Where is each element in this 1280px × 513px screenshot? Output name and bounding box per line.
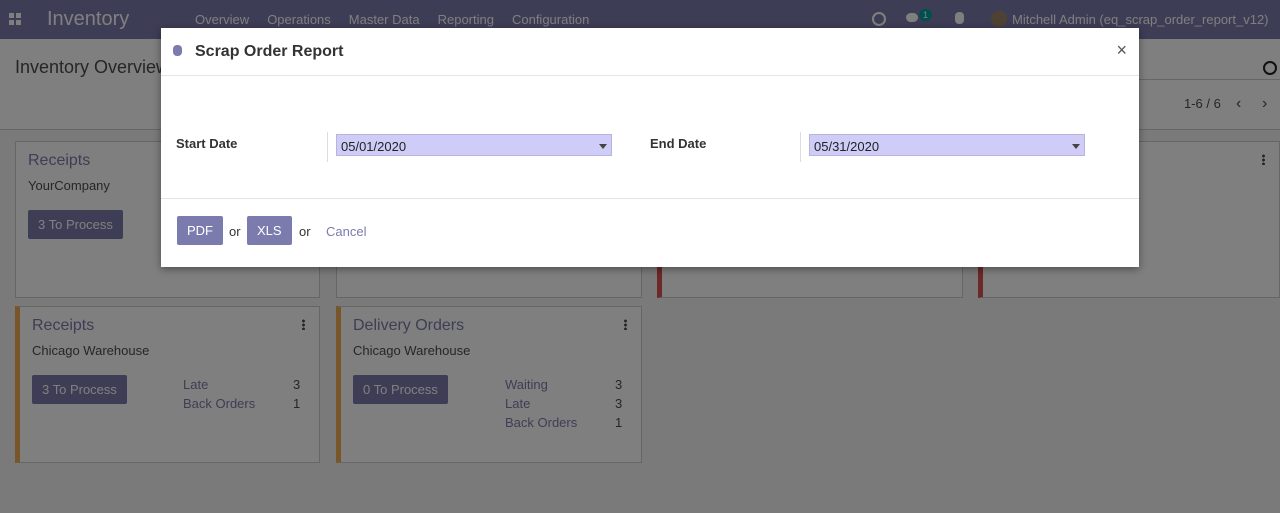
end-date-field[interactable]: 05/31/2020 xyxy=(809,134,1085,156)
scrap-order-report-dialog: Scrap Order Report × Start Date 05/01/20… xyxy=(161,28,1139,267)
chevron-down-icon[interactable] xyxy=(599,144,607,149)
dialog-footer: PDF or XLS or Cancel xyxy=(161,198,1139,268)
start-date-field[interactable]: 05/01/2020 xyxy=(336,134,612,156)
start-date-label: Start Date xyxy=(176,136,238,151)
xls-button[interactable]: XLS xyxy=(247,216,292,245)
or-separator: or xyxy=(229,224,241,239)
dialog-header: Scrap Order Report × xyxy=(161,28,1139,76)
dialog-title: Scrap Order Report xyxy=(195,43,344,60)
pdf-button[interactable]: PDF xyxy=(177,216,223,245)
close-icon[interactable]: × xyxy=(1116,40,1127,61)
end-date-label: End Date xyxy=(650,136,707,151)
field-divider xyxy=(327,132,328,162)
debug-bug-icon[interactable] xyxy=(173,45,182,56)
cancel-button[interactable]: Cancel xyxy=(326,224,366,239)
chevron-down-icon[interactable] xyxy=(1072,144,1080,149)
start-date-value: 05/01/2020 xyxy=(341,139,407,154)
end-date-value: 05/31/2020 xyxy=(814,139,880,154)
field-divider xyxy=(800,132,801,162)
or-separator: or xyxy=(299,224,311,239)
